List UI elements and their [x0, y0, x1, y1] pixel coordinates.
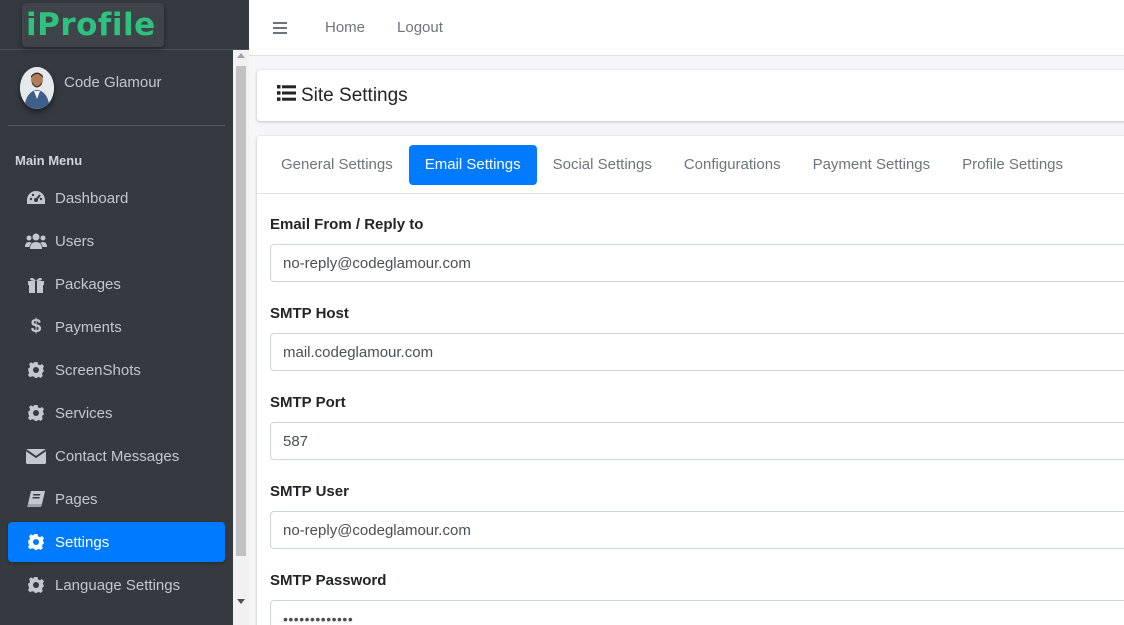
sidebar-item-label: Settings [55, 533, 110, 551]
gear-icon [25, 532, 47, 552]
email-from-input[interactable]: no-reply@codeglamour.com [270, 244, 1124, 282]
sidebar-item-label: Language Settings [55, 576, 181, 594]
email-settings-form: Email From / Reply to no-reply@codeglamo… [257, 194, 1124, 625]
smtp-host-input[interactable]: mail.codeglamour.com [270, 333, 1124, 371]
gear-icon [25, 575, 47, 595]
dashboard-icon [25, 188, 47, 208]
tab-profile-settings[interactable]: Profile Settings [946, 145, 1079, 185]
sidebar-scrollbar[interactable] [233, 50, 249, 625]
sidebar-item-label: Services [55, 404, 113, 422]
scroll-up-arrow-icon[interactable] [237, 53, 245, 58]
smtp-user-input[interactable]: no-reply@codeglamour.com [270, 511, 1124, 549]
sidebar-item-settings[interactable]: Settings [8, 522, 225, 562]
sidebar-item-payments[interactable]: $ Payments [8, 307, 225, 347]
sidebar-item-label: Payments [55, 318, 122, 336]
smtp-password-field: SMTP Password ••••••••••••• [270, 572, 1124, 625]
smtp-port-input[interactable]: 587 [270, 422, 1124, 460]
smtp-password-input[interactable]: ••••••••••••• [270, 600, 1124, 625]
sidebar-item-label: Contact Messages [55, 447, 180, 465]
tab-configurations[interactable]: Configurations [668, 145, 797, 185]
smtp-host-field: SMTP Host mail.codeglamour.com [270, 305, 1124, 371]
sidebar-item-users[interactable]: Users [8, 221, 225, 261]
book-icon [25, 489, 47, 509]
scrollbar-thumb[interactable] [236, 66, 246, 556]
nav-link-home[interactable]: Home [325, 19, 365, 36]
smtp-user-field: SMTP User no-reply@codeglamour.com [270, 483, 1124, 549]
page-title-card: Site Settings [257, 70, 1124, 121]
envelope-icon [25, 446, 47, 466]
sidebar-item-screenshots[interactable]: ScreenShots [8, 350, 225, 390]
user-panel[interactable]: Code Glamour [8, 50, 225, 126]
tab-email-settings[interactable]: Email Settings [408, 144, 537, 185]
tab-general-settings[interactable]: General Settings [265, 145, 409, 185]
list-icon [277, 85, 296, 106]
scroll-down-arrow-icon[interactable] [237, 599, 245, 604]
gear-icon [25, 360, 47, 380]
dollar-icon: $ [30, 316, 42, 337]
tab-social-settings[interactable]: Social Settings [537, 145, 668, 185]
sidebar-item-pages[interactable]: Pages [8, 479, 225, 519]
smtp-port-field: SMTP Port 587 [270, 394, 1124, 460]
users-icon [25, 231, 47, 251]
brand-name: iProfile [26, 6, 156, 43]
settings-tabs: General Settings Email Settings Social S… [257, 136, 1124, 194]
sidebar: iProfile Code Glamour Main Menu Dashboar… [0, 0, 249, 625]
hamburger-menu-icon[interactable] [273, 21, 287, 34]
sidebar-scroll-area: Code Glamour Main Menu Dashboard Users P… [0, 50, 233, 625]
gear-icon [25, 403, 47, 423]
sidebar-item-label: Users [55, 232, 95, 250]
sidebar-item-label: Packages [55, 275, 121, 293]
nav-link-logout[interactable]: Logout [397, 19, 443, 36]
sidebar-item-packages[interactable]: Packages [8, 264, 225, 304]
settings-card: General Settings Email Settings Social S… [257, 136, 1124, 625]
sidebar-item-label: Pages [55, 490, 98, 508]
sidebar-item-label: Dashboard [55, 189, 129, 207]
smtp-user-label: SMTP User [270, 483, 349, 500]
menu-header: Main Menu [15, 153, 83, 168]
user-name[interactable]: Code Glamour [64, 74, 162, 91]
smtp-port-label: SMTP Port [270, 394, 346, 411]
sidebar-nav: Dashboard Users Packages $ Payments Scre… [0, 178, 233, 605]
sidebar-item-language-settings[interactable]: Language Settings [8, 565, 225, 605]
page-title: Site Settings [301, 84, 408, 106]
sidebar-item-services[interactable]: Services [8, 393, 225, 433]
avatar[interactable] [20, 66, 54, 109]
sidebar-item-label: ScreenShots [55, 361, 141, 379]
gift-icon [25, 274, 47, 294]
top-navbar: Home Logout [249, 0, 1124, 56]
smtp-password-label: SMTP Password [270, 572, 387, 589]
email-from-label: Email From / Reply to [270, 216, 424, 233]
sidebar-item-dashboard[interactable]: Dashboard [8, 178, 225, 218]
brand-logo[interactable]: iProfile [22, 2, 164, 47]
brand[interactable]: iProfile [0, 0, 249, 50]
email-from-field: Email From / Reply to no-reply@codeglamo… [270, 216, 1124, 282]
sidebar-item-contact-messages[interactable]: Contact Messages [8, 436, 225, 476]
tab-payment-settings[interactable]: Payment Settings [797, 145, 947, 185]
smtp-host-label: SMTP Host [270, 305, 349, 322]
